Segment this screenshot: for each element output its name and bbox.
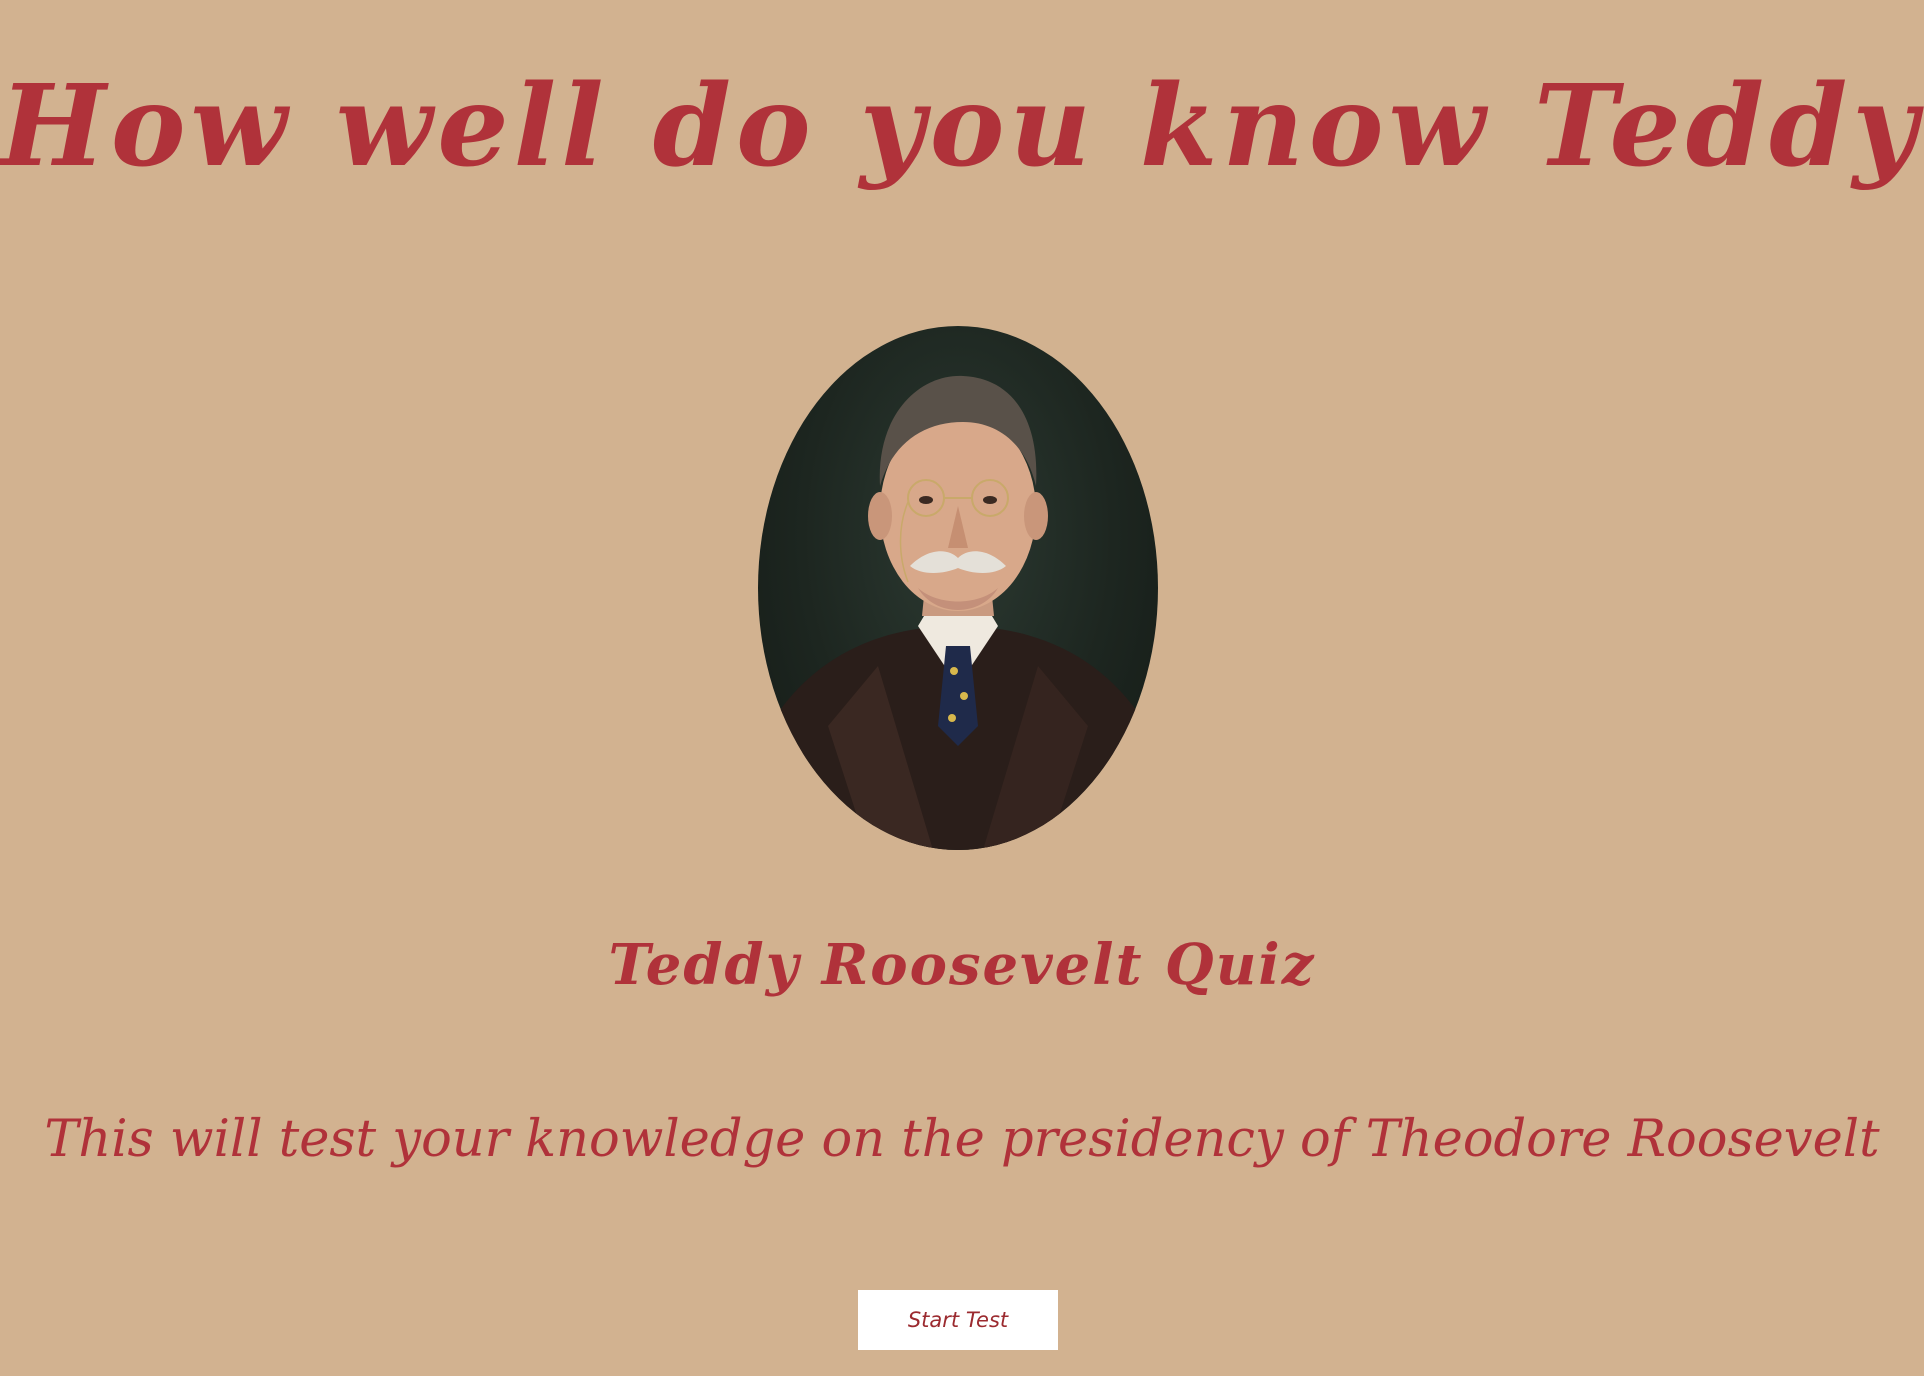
quiz-description: This will test your knowledge on the pre… xyxy=(44,1110,1880,1169)
start-test-button[interactable]: Start Test xyxy=(858,1290,1058,1350)
quiz-name: Teddy Roosevelt Quiz xyxy=(608,932,1316,998)
portrait-image xyxy=(758,326,1158,850)
page-title: How well do you know Teddy? xyxy=(0,61,1924,192)
